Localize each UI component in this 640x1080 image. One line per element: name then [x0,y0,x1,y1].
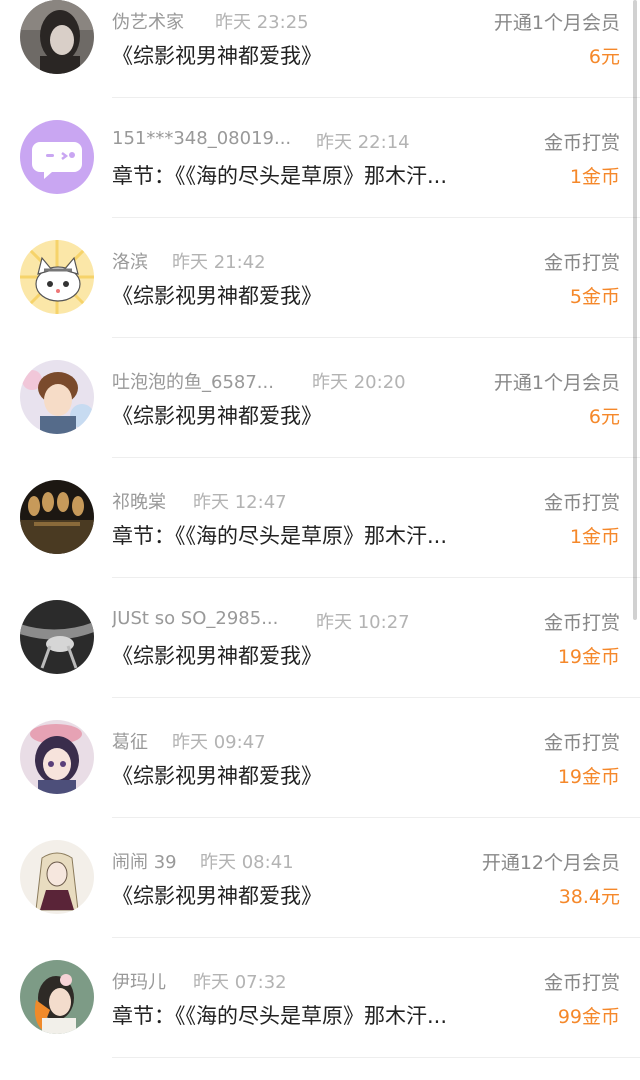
avatar[interactable] [20,240,94,314]
timestamp: 昨天 07:32 [193,972,287,993]
divider [112,1057,640,1058]
reward-type: 金币打赏 [543,612,620,634]
reward-type: 开通12个月会员 [481,852,620,874]
book-title: 《综影视男神都爱我》 [112,764,322,788]
reward-type: 金币打赏 [543,492,620,514]
user-name: 伊玛儿 [112,972,166,993]
reward-type: 金币打赏 [543,732,620,754]
user-name: 闹闹 39 [112,852,177,873]
list-item[interactable]: 151***348_08019... 昨天 22:14 金币打赏 章节：《《海的… [0,120,640,240]
avatar[interactable] [20,120,94,194]
divider [112,217,640,218]
list-item[interactable]: 伪艺术家 昨天 23:25 开通1个月会员 《综影视男神都爱我》 6元 [0,0,640,120]
user-name: 葛征 [112,732,148,753]
reward-type: 金币打赏 [543,132,620,154]
list-item[interactable]: 祁晚棠 昨天 12:47 金币打赏 章节：《《海的尽头是草原》那木汗... 1金… [0,480,640,600]
user-name: 151***348_08019... [112,128,292,149]
avatar[interactable] [20,960,94,1034]
reward-type: 金币打赏 [543,252,620,274]
book-title: 《综影视男神都爱我》 [112,644,322,668]
divider [112,697,640,698]
divider [112,97,640,98]
book-title: 《综影视男神都爱我》 [112,404,322,428]
timestamp: 昨天 10:27 [316,612,410,633]
reward-amount: 19金币 [557,646,620,668]
list-item[interactable]: 伊玛儿 昨天 07:32 金币打赏 章节：《《海的尽头是草原》那木汗... 99… [0,960,640,1080]
list-item[interactable]: 吐泡泡的鱼_6587... 昨天 20:20 开通1个月会员 《综影视男神都爱我… [0,360,640,480]
avatar[interactable] [20,840,94,914]
scrollbar[interactable] [633,0,637,620]
timestamp: 昨天 20:20 [312,372,406,393]
book-title: 章节：《《海的尽头是草原》那木汗... [112,1004,448,1028]
reward-type: 金币打赏 [543,972,620,994]
user-name: JUSt so SO_2985... [112,608,279,629]
avatar[interactable] [20,600,94,674]
book-title: 章节：《《海的尽头是草原》那木汗... [112,164,448,188]
reward-amount: 19金币 [557,766,620,788]
divider [112,577,640,578]
timestamp: 昨天 22:14 [316,132,410,153]
divider [112,457,640,458]
user-name: 吐泡泡的鱼_6587... [112,372,274,393]
avatar[interactable] [20,480,94,554]
user-name: 伪艺术家 [112,12,184,33]
avatar[interactable] [20,360,94,434]
timestamp: 昨天 12:47 [193,492,287,513]
divider [112,817,640,818]
book-title: 《综影视男神都爱我》 [112,884,322,908]
reward-amount: 38.4元 [558,886,620,908]
reward-type: 开通1个月会员 [493,12,620,34]
list-item[interactable]: 洛滨 昨天 21:42 金币打赏 《综影视男神都爱我》 5金币 [0,240,640,360]
reward-amount: 1金币 [569,526,620,548]
user-name: 祁晚棠 [112,492,166,513]
book-title: 《综影视男神都爱我》 [112,284,322,308]
list-item[interactable]: 闹闹 39 昨天 08:41 开通12个月会员 《综影视男神都爱我》 38.4元 [0,840,640,960]
list-item[interactable]: JUSt so SO_2985... 昨天 10:27 金币打赏 《综影视男神都… [0,600,640,720]
avatar[interactable] [20,0,94,74]
divider [112,937,640,938]
avatar[interactable] [20,720,94,794]
timestamp: 昨天 21:42 [172,252,266,273]
list-item[interactable]: 葛征 昨天 09:47 金币打赏 《综影视男神都爱我》 19金币 [0,720,640,840]
timestamp: 昨天 09:47 [172,732,266,753]
book-title: 《综影视男神都爱我》 [112,44,322,68]
reward-amount: 1金币 [569,166,620,188]
reward-amount: 99金币 [557,1006,620,1028]
reward-type: 开通1个月会员 [493,372,620,394]
book-title: 章节：《《海的尽头是草原》那木汗... [112,524,448,548]
timestamp: 昨天 08:41 [200,852,294,873]
reward-amount: 6元 [588,46,620,68]
reward-amount: 5金币 [569,286,620,308]
timestamp: 昨天 23:25 [215,12,309,33]
divider [112,337,640,338]
user-name: 洛滨 [112,252,148,273]
reward-amount: 6元 [588,406,620,428]
